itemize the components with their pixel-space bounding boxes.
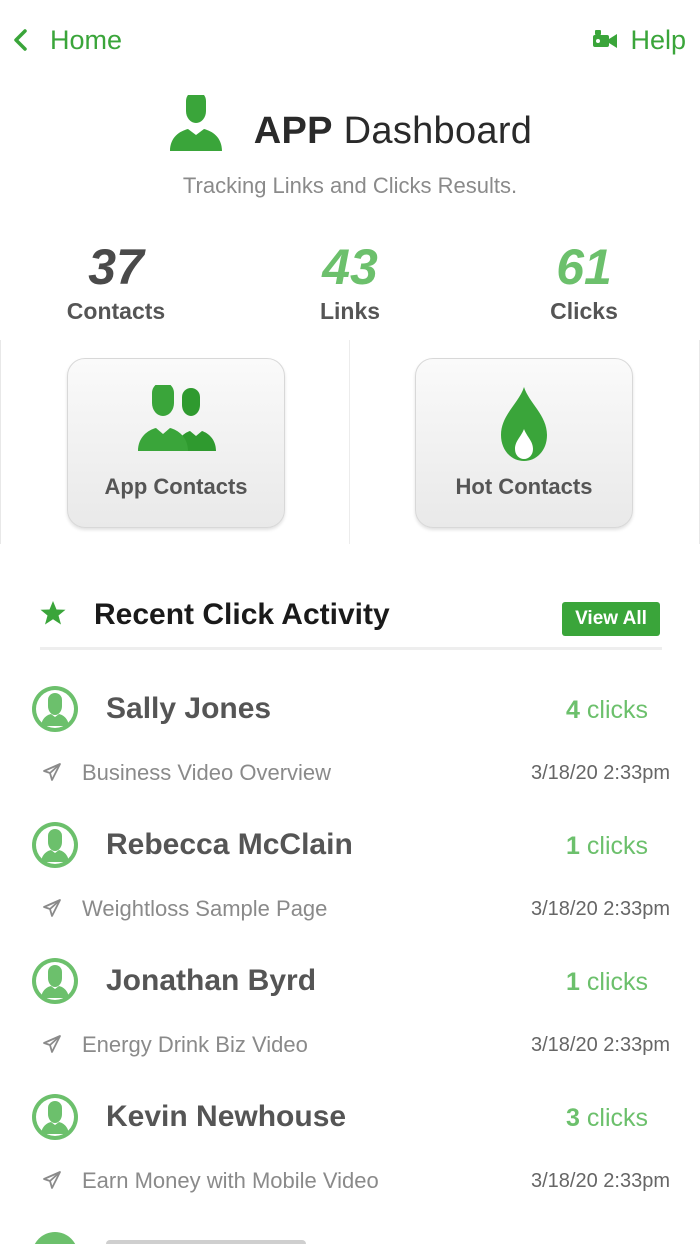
click-timestamp: 3/18/20 2:33pm	[531, 1034, 670, 1056]
flame-icon	[501, 387, 547, 461]
user-avatar-icon	[36, 826, 74, 864]
help-label: Help	[630, 24, 686, 55]
contact-name[interactable]: Sally Jones	[106, 692, 271, 726]
click-count: 4 clicks	[566, 696, 648, 724]
user-avatar-icon	[36, 690, 74, 728]
stat-clicks: 61 Clicks	[484, 238, 684, 325]
contact-name-cutoff	[106, 1240, 306, 1244]
app-contacts-tile[interactable]: App Contacts	[67, 358, 285, 528]
link-page-title[interactable]: Business Video Overview	[82, 760, 331, 786]
link-page-title[interactable]: Energy Drink Biz Video	[82, 1032, 308, 1058]
page-title: APP Dashboard	[253, 109, 533, 152]
video-camera-icon	[593, 30, 618, 48]
list-item: Sally Jones 4 clicks Business Video Over…	[0, 686, 700, 822]
list-item: Rebecca McClain 1 clicks Weightloss Samp…	[0, 822, 700, 958]
paper-plane-icon	[43, 1035, 61, 1053]
stat-clicks-value: 61	[556, 239, 612, 295]
user-icon	[169, 95, 222, 151]
users-icon	[138, 385, 216, 451]
list-item: Kevin Newhouse 3 clicks Earn Money with …	[0, 1094, 700, 1230]
recent-activity-header: Recent Click Activity View All	[40, 596, 662, 650]
list-item: Jonathan Byrd 1 clicks Energy Drink Biz …	[0, 958, 700, 1094]
stat-links: 43 Links	[250, 238, 450, 325]
avatar[interactable]	[32, 1232, 78, 1244]
contact-name[interactable]: Jonathan Byrd	[106, 964, 316, 998]
click-count: 3 clicks	[566, 1104, 648, 1132]
contact-name[interactable]: Kevin Newhouse	[106, 1100, 346, 1134]
click-timestamp: 3/18/20 2:33pm	[531, 762, 670, 784]
link-page-title[interactable]: Earn Money with Mobile Video	[82, 1168, 379, 1194]
home-back-button[interactable]: Home	[12, 22, 122, 58]
hot-contacts-tile[interactable]: Hot Contacts	[415, 358, 633, 528]
click-count: 1 clicks	[566, 832, 648, 860]
dashboard-header: APP Dashboard	[0, 95, 700, 166]
stat-contacts-label: Contacts	[66, 298, 166, 324]
contact-name[interactable]: Rebecca McClain	[106, 828, 353, 862]
list-item-partial	[0, 1226, 700, 1244]
click-count: 1 clicks	[566, 968, 648, 996]
view-all-button[interactable]: View All	[562, 602, 660, 636]
quick-tiles: App Contacts Hot Contacts	[0, 340, 700, 544]
click-timestamp: 3/18/20 2:33pm	[531, 898, 670, 920]
avatar[interactable]	[32, 958, 78, 1004]
stat-links-label: Links	[319, 298, 381, 324]
stat-contacts: 37 Contacts	[16, 238, 216, 325]
avatar[interactable]	[32, 822, 78, 868]
page-subtitle: Tracking Links and Clicks Results.	[182, 173, 518, 198]
avatar[interactable]	[32, 1094, 78, 1140]
paper-plane-icon	[43, 899, 61, 917]
app-contacts-label: App Contacts	[104, 474, 248, 499]
hot-contacts-label: Hot Contacts	[455, 474, 593, 499]
user-avatar-icon	[36, 962, 74, 1000]
top-nav: Home Help	[0, 0, 700, 80]
paper-plane-icon	[43, 763, 61, 781]
link-page-title[interactable]: Weightloss Sample Page	[82, 896, 327, 922]
section-title: Recent Click Activity	[94, 598, 390, 631]
paper-plane-icon	[43, 1171, 61, 1189]
stat-contacts-value: 37	[88, 239, 144, 295]
click-timestamp: 3/18/20 2:33pm	[531, 1170, 670, 1192]
tile-divider	[349, 340, 350, 544]
stat-clicks-label: Clicks	[550, 298, 618, 324]
chevron-left-icon	[14, 29, 27, 51]
stat-links-value: 43	[322, 239, 378, 295]
star-icon	[40, 601, 66, 625]
home-label: Home	[50, 24, 123, 55]
help-button[interactable]: Help	[592, 22, 686, 58]
avatar[interactable]	[32, 686, 78, 732]
user-avatar-icon	[36, 1098, 74, 1136]
